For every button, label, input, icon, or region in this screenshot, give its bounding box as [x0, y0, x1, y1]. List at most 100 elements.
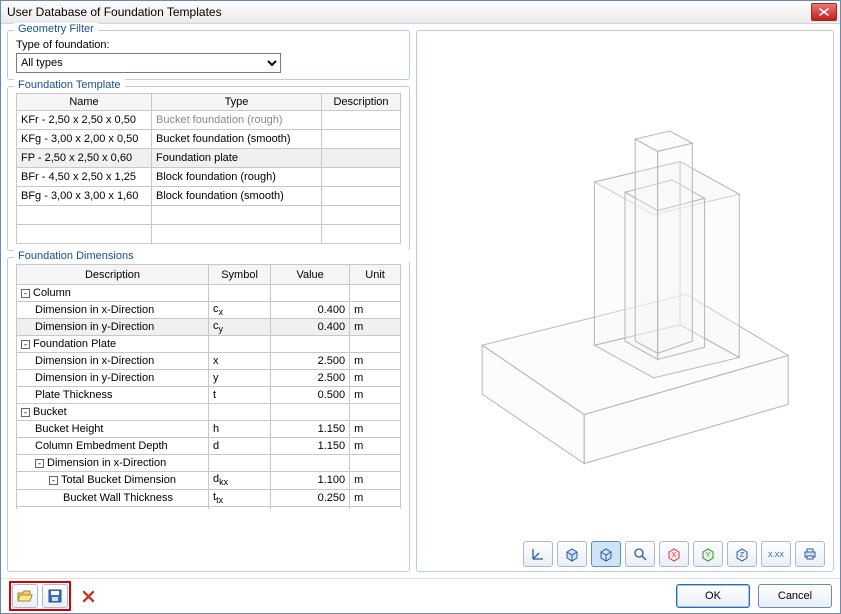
axes-tool-icon: [530, 546, 546, 562]
dim-unit-cell: m: [350, 506, 401, 509]
svg-text:X.XX: X.XX: [768, 552, 784, 559]
dim-description-cell: -Total Bucket Dimension: [17, 472, 209, 489]
tree-toggle-icon[interactable]: -: [21, 289, 30, 298]
dim-value-cell: [271, 285, 350, 302]
tree-leaf-row[interactable]: Dimension in x-Directionx2.500m: [17, 353, 401, 370]
table-row[interactable]: FP - 2,50 x 2,50 x 0,60Foundation plate: [17, 149, 401, 168]
dim-description-cell: -Foundation Plate: [17, 336, 209, 353]
template-type-cell: Block foundation (rough): [152, 168, 322, 187]
dimensions-table[interactable]: Description Symbol Value Unit -ColumnDim…: [16, 264, 401, 509]
dim-symbol-cell: [209, 455, 271, 472]
search-cube-icon[interactable]: [625, 541, 655, 567]
dialog-footer: OK Cancel: [1, 578, 840, 613]
view-x-icon: X: [666, 546, 682, 562]
dim-symbol-cell: y: [209, 370, 271, 387]
ok-button[interactable]: OK: [676, 584, 750, 608]
window-close-button[interactable]: [811, 3, 837, 21]
dim-description-cell: Dimension in x-Direction: [17, 353, 209, 370]
dim-value-cell[interactable]: 2.500: [271, 353, 350, 370]
dimension-label-icon: X.XX: [766, 546, 786, 562]
tree-toggle-icon[interactable]: -: [21, 408, 30, 417]
tree-toggle-icon[interactable]: -: [21, 340, 30, 349]
template-table-header: Name Type Description: [17, 94, 401, 111]
table-row[interactable]: [17, 225, 401, 244]
tree-leaf-row[interactable]: Plate Thicknesst0.500m: [17, 387, 401, 404]
tree-group-row[interactable]: -Bucket: [17, 404, 401, 421]
template-table[interactable]: Name Type Description KFr - 2,50 x 2,50 …: [16, 93, 401, 206]
delete-icon: [82, 590, 95, 603]
dim-description-cell: Column Embedment Depth: [17, 438, 209, 455]
axes-tool-icon[interactable]: [523, 541, 553, 567]
dim-value-cell[interactable]: 2.500: [271, 370, 350, 387]
template-desc-cell: [322, 149, 401, 168]
dim-value-cell[interactable]: 0.100: [271, 506, 350, 509]
dim-symbol-cell: x: [209, 353, 271, 370]
type-of-foundation-select[interactable]: All types: [16, 53, 281, 73]
table-row[interactable]: BFg - 3,00 x 3,00 x 1,60Block foundation…: [17, 187, 401, 206]
template-name-cell: BFr - 4,50 x 2,50 x 1,25: [17, 168, 152, 187]
dim-unit-cell: m: [350, 319, 401, 336]
cube-iso-icon[interactable]: [557, 541, 587, 567]
tree-leaf-row[interactable]: Dimension in y-Directiony2.500m: [17, 370, 401, 387]
dim-symbol-cell: cy: [209, 319, 271, 336]
svg-text:Y: Y: [706, 552, 711, 559]
table-row[interactable]: KFr - 2,50 x 2,50 x 0,50Bucket foundatio…: [17, 111, 401, 130]
tree-leaf-row[interactable]: Bucket Heighth1.150m: [17, 421, 401, 438]
dim-value-cell[interactable]: 1.100: [271, 472, 350, 489]
cube-shaded-icon[interactable]: [591, 541, 621, 567]
preview-3d-view[interactable]: [421, 35, 829, 533]
geometry-filter-label: Geometry Filter: [14, 23, 98, 35]
dim-value-cell[interactable]: 0.400: [271, 302, 350, 319]
view-x-icon[interactable]: X: [659, 541, 689, 567]
window-title: User Database of Foundation Templates: [7, 5, 222, 19]
dim-value-cell[interactable]: 0.250: [271, 489, 350, 506]
dim-symbol-cell: dkx: [209, 472, 271, 489]
dim-unit-cell: m: [350, 489, 401, 506]
dim-unit-cell: [350, 285, 401, 302]
tree-leaf-row[interactable]: Column Embedment Depthd1.150m: [17, 438, 401, 455]
open-file-button[interactable]: [12, 584, 38, 608]
template-type-cell: Bucket foundation (smooth): [152, 130, 322, 149]
view-y-icon: Y: [700, 546, 716, 562]
dim-description-cell: Dimension in y-Direction: [17, 319, 209, 336]
cancel-button[interactable]: Cancel: [758, 584, 832, 608]
tree-leaf-row[interactable]: Bucket Wall Thicknessttx0.250m: [17, 489, 401, 506]
template-name-cell: KFg - 3,00 x 2,00 x 0,50: [17, 130, 152, 149]
dim-description-cell: -Bucket: [17, 404, 209, 421]
tree-group-row[interactable]: -Foundation Plate: [17, 336, 401, 353]
dim-value-cell[interactable]: 1.150: [271, 438, 350, 455]
tree-toggle-icon[interactable]: -: [35, 459, 44, 468]
save-file-button[interactable]: [42, 584, 68, 608]
dimension-label-icon[interactable]: X.XX: [761, 541, 791, 567]
tree-leaf-row[interactable]: Dimension in x-Directioncx0.400m: [17, 302, 401, 319]
delete-button[interactable]: [75, 584, 101, 608]
dimensions-table-header: Description Symbol Value Unit: [17, 265, 401, 285]
tree-group-row[interactable]: -Total Bucket Dimensiondkx1.100m: [17, 472, 401, 489]
tree-toggle-icon[interactable]: -: [49, 476, 58, 485]
dim-unit-cell: m: [350, 353, 401, 370]
dim-value-cell[interactable]: 1.150: [271, 421, 350, 438]
view-z-icon[interactable]: Z: [727, 541, 757, 567]
dim-unit-cell: [350, 404, 401, 421]
dim-description-cell: Dimension in x-Direction: [17, 302, 209, 319]
tree-group-row[interactable]: -Column: [17, 285, 401, 302]
table-row[interactable]: BFr - 4,50 x 2,50 x 1,25Block foundation…: [17, 168, 401, 187]
dim-value-cell[interactable]: 0.400: [271, 319, 350, 336]
tree-group-row[interactable]: -Dimension in x-Direction: [17, 455, 401, 472]
tree-leaf-row[interactable]: Dimension in y-Directioncy0.400m: [17, 319, 401, 336]
dim-value-cell: [271, 455, 350, 472]
dim-symbol-cell: [209, 285, 271, 302]
foundation-template-label: Foundation Template: [14, 79, 125, 91]
table-row[interactable]: [17, 206, 401, 225]
tree-leaf-row[interactable]: Column Allowance Topatx0.100m: [17, 506, 401, 509]
dim-value-cell[interactable]: 0.500: [271, 387, 350, 404]
dim-description-cell: -Column: [17, 285, 209, 302]
dim-description-cell: Bucket Wall Thickness: [17, 489, 209, 506]
table-row[interactable]: KFg - 3,00 x 2,00 x 0,50Bucket foundatio…: [17, 130, 401, 149]
foundation-dimensions-label: Foundation Dimensions: [14, 250, 415, 262]
print-icon[interactable]: [795, 541, 825, 567]
view-z-icon: Z: [734, 546, 750, 562]
cube-shaded-icon: [598, 546, 614, 562]
dimensions-scroll[interactable]: Description Symbol Value Unit -ColumnDim…: [16, 264, 401, 509]
view-y-icon[interactable]: Y: [693, 541, 723, 567]
